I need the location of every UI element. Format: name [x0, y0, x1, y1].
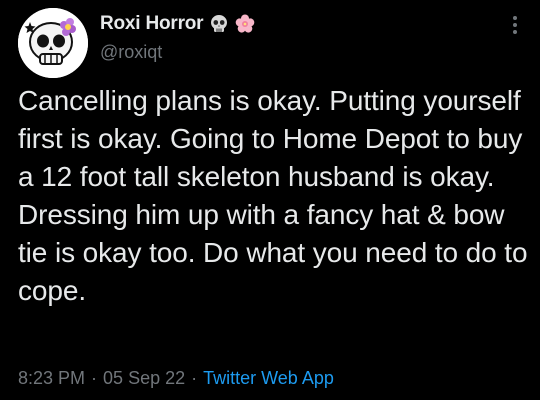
tweet-time[interactable]: 8:23 PM	[18, 368, 85, 389]
tweet-meta: 8:23 PM · 05 Sep 22 · Twitter Web App	[18, 368, 334, 389]
meta-separator: ·	[91, 368, 98, 388]
more-options-button[interactable]	[504, 12, 526, 38]
tweet-text: Cancelling plans is okay. Putting yourse…	[18, 85, 528, 306]
skull-avatar-icon	[18, 8, 88, 78]
author-name-row: Roxi Horror	[100, 10, 255, 38]
skull-emoji-icon	[209, 14, 229, 34]
display-name[interactable]: Roxi Horror	[100, 13, 204, 35]
tweet: Roxi Horror @roxiqt Cancelling plans is …	[0, 0, 540, 400]
tweet-date[interactable]: 05 Sep 22	[103, 368, 185, 389]
author-handle[interactable]: @roxiqt	[100, 42, 162, 63]
tweet-source-link[interactable]: Twitter Web App	[203, 368, 334, 389]
cherry-blossom-emoji-icon	[235, 14, 255, 34]
avatar[interactable]	[18, 8, 88, 78]
more-vertical-icon	[513, 16, 517, 34]
meta-separator: ·	[191, 368, 198, 388]
